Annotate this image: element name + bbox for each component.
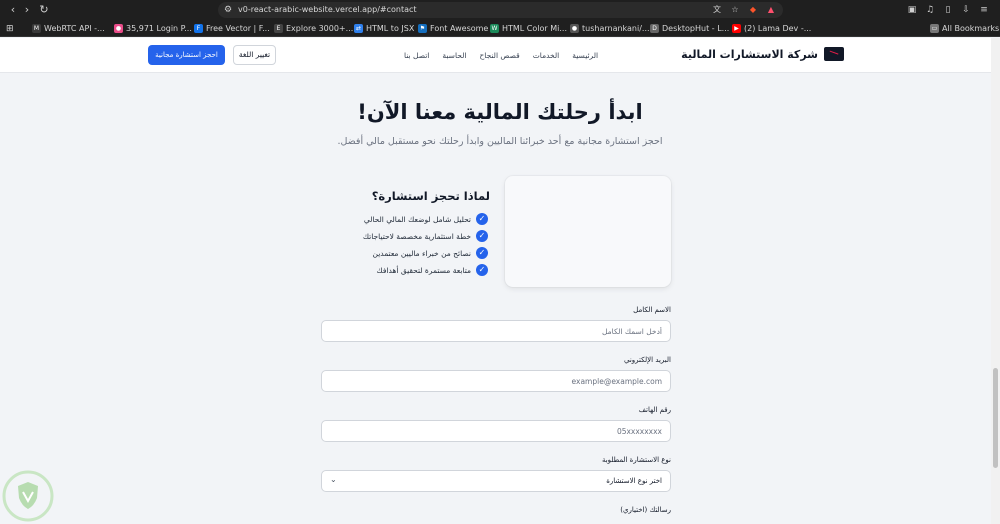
translate-icon[interactable]: 文 [712,5,722,15]
sidebar-icon[interactable]: ▯ [942,4,954,16]
bookmark-item[interactable]: ● 35,971 Login P... [114,22,192,35]
fontawesome-favicon: ⚑ [418,24,427,33]
list-item: ✓ تحليل شامل لوضعك المالي الحالي [300,212,488,226]
nav-success-stories[interactable]: قصص النجاح [479,51,519,60]
folder-icon: ▭ [930,24,939,33]
nav-services[interactable]: الخدمات [533,51,560,60]
download-icon[interactable]: ⇩ [960,4,972,16]
chart-logo-icon [824,47,844,61]
check-icon: ✓ [476,264,488,276]
bookmark-item[interactable]: ▶ (2) Lama Dev -... [732,22,811,35]
page-subtitle: احجز استشارة مجانية مع أحد خبرائنا المال… [337,136,663,147]
scrollbar-thumb[interactable] [993,368,998,468]
address-bar-url: v0-react-arabic-website.vercel.app/#cont… [238,5,417,14]
book-consultation-button[interactable]: احجز استشارة مجانية [148,45,225,65]
bookmark-item[interactable]: M WebRTC API -... [32,22,105,35]
media-icon[interactable]: ♫ [924,4,936,16]
page-scrollbar[interactable] [991,38,1000,524]
change-language-button[interactable]: تغيير اللغة [233,45,276,65]
phone-input[interactable] [321,420,671,442]
brave-rewards-icon[interactable]: ▲ [766,5,776,15]
email-label: البريد الإلكتروني [624,356,671,364]
brand[interactable]: شركة الاستشارات المالية [681,47,844,61]
youtube-favicon: ▶ [732,24,741,33]
desktophut-favicon: D [650,24,659,33]
consultation-type-value: اختر نوع الاستشارة [606,477,662,485]
main-nav: الرئيسية الخدمات قصص النجاح الحاسبة اتصل… [404,51,598,60]
why-title: لماذا تحجز استشارة؟ [371,189,490,203]
phone-label: رقم الهاتف [638,406,671,414]
site-info-icon[interactable]: ⚙ [224,2,232,18]
bookmark-item[interactable]: ⇄ HTML to JSX [354,22,414,35]
github-favicon: ● [570,24,579,33]
nav-calculator[interactable]: الحاسبة [442,51,466,60]
brand-name: شركة الاستشارات المالية [681,47,818,61]
explore-favicon: E [274,24,283,33]
page-title: ابدأ رحلتك المالية معنا الآن! [357,100,643,124]
check-icon: ✓ [476,247,488,259]
address-bar[interactable]: ⚙ v0-react-arabic-website.vercel.app/#co… [218,2,783,18]
full-name-input[interactable] [321,320,671,342]
bookmark-item[interactable]: D DesktopHut - L... [650,22,729,35]
transform-favicon: ⇄ [354,24,363,33]
extensions-icon[interactable]: ▣ [906,4,918,16]
bookmark-item[interactable]: W HTML Color Mi... [490,22,567,35]
brave-shield-icon[interactable]: ◆ [748,5,758,15]
bookmarks-bar: ⊞ M WebRTC API -... ● 35,971 Login P... FF… [0,20,1000,37]
email-input[interactable] [321,370,671,392]
message-label: رسالتك (اختياري) [620,506,671,514]
bookmark-item[interactable]: F Free Vector | F... [194,22,270,35]
check-icon: ✓ [476,213,488,225]
bookmark-item[interactable]: ● tusharnankani/... [570,22,650,35]
webrtc-favicon: M [32,24,41,33]
bookmark-item[interactable]: E Explore 3000+... [274,22,353,35]
chevron-down-icon: ⌄ [330,475,337,484]
list-item: ✓ خطة استثمارية مخصصة لاحتياجاتك [300,229,488,243]
check-icon: ✓ [476,230,488,242]
nav-contact[interactable]: اتصل بنا [404,51,429,60]
consultation-type-label: نوع الاستشارة المطلوبة [601,456,671,464]
apps-grid-icon[interactable]: ⊞ [6,22,14,35]
forward-icon[interactable]: › [20,3,34,17]
freepik-favicon: F [194,24,203,33]
nav-home[interactable]: الرئيسية [572,51,598,60]
dribbble-favicon: ● [114,24,123,33]
list-item: ✓ متابعة مستمرة لتحقيق أهدافك [300,263,488,277]
reload-icon[interactable]: ↻ [37,3,51,17]
name-label: الاسم الكامل [633,306,671,314]
colormix-favicon: W [490,24,499,33]
bookmark-star-icon[interactable]: ☆ [730,5,740,15]
consultation-type-select[interactable]: اختر نوع الاستشارة ⌄ [321,470,671,492]
all-bookmarks[interactable]: ▭ All Bookmarks [930,22,999,35]
list-item: ✓ نصائح من خبراء ماليين معتمدين [300,246,488,260]
back-icon[interactable]: ‹ [6,3,20,17]
shield-logo-watermark [2,470,54,522]
menu-icon[interactable]: ≡ [978,4,990,16]
bookmark-item[interactable]: ⚑ Font Awesome [418,22,488,35]
image-card [505,176,671,287]
browser-toolbar: ‹ › ↻ ⚙ v0-react-arabic-website.vercel.a… [0,0,1000,20]
